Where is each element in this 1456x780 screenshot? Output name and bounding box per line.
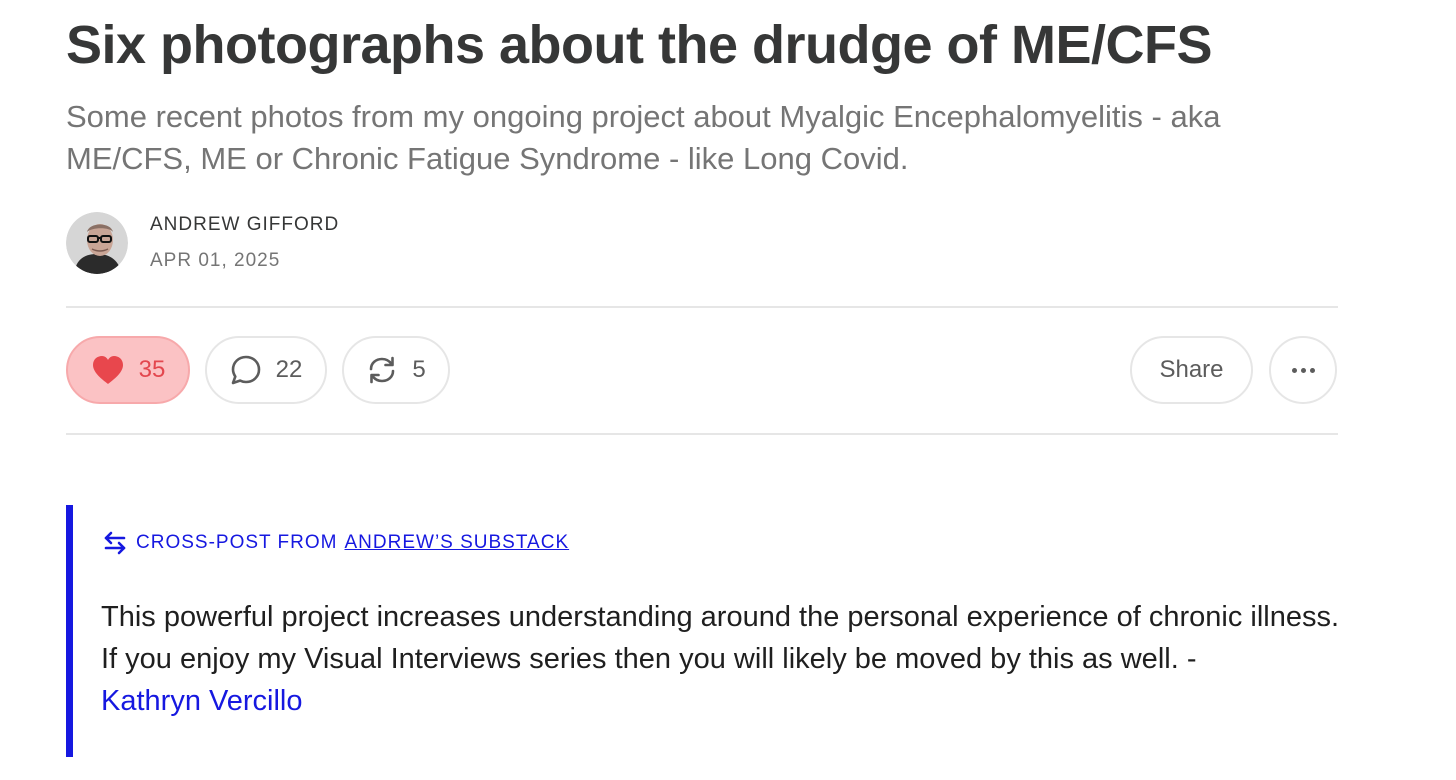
- crosspost-label: CROSS-POST FROM: [136, 532, 338, 553]
- comment-count: 22: [275, 356, 303, 383]
- heart-icon: [91, 355, 125, 385]
- comment-icon: [230, 354, 262, 386]
- like-button[interactable]: 35: [66, 336, 190, 404]
- crosspost-note: This powerful project increases understa…: [101, 596, 1361, 722]
- restack-icon: [366, 354, 398, 386]
- post-date: APR 01, 2025: [150, 250, 281, 271]
- crosspost-arrows-icon: [102, 531, 128, 555]
- divider-bottom: [66, 433, 1338, 435]
- post-title: Six photographs about the drudge of ME/C…: [66, 15, 1212, 75]
- divider-top: [66, 306, 1338, 308]
- restack-button[interactable]: 5: [342, 336, 450, 404]
- crosspost-accent-bar: [66, 505, 73, 757]
- author-avatar[interactable]: [66, 212, 128, 274]
- restack-count: 5: [412, 356, 426, 383]
- share-button[interactable]: Share: [1130, 336, 1253, 404]
- like-count: 35: [138, 356, 166, 383]
- share-label: Share: [1159, 356, 1224, 383]
- avatar-photo: [66, 212, 128, 274]
- author-name[interactable]: ANDREW GIFFORD: [150, 214, 339, 236]
- comment-button[interactable]: 22: [205, 336, 327, 404]
- more-dots-icon: [1291, 367, 1315, 373]
- post-subtitle: Some recent photos from my ongoing proje…: [66, 99, 1221, 176]
- crosspost-source-link[interactable]: ANDREW’S SUBSTACK: [345, 532, 570, 554]
- crosspost-header: CROSS-POST FROM ANDREW’S SUBSTACK: [102, 531, 569, 555]
- more-options-button[interactable]: [1269, 336, 1337, 404]
- crosspost-note-author[interactable]: Kathryn Vercillo: [101, 685, 303, 717]
- crosspost-note-text: This powerful project increases understa…: [101, 601, 1340, 675]
